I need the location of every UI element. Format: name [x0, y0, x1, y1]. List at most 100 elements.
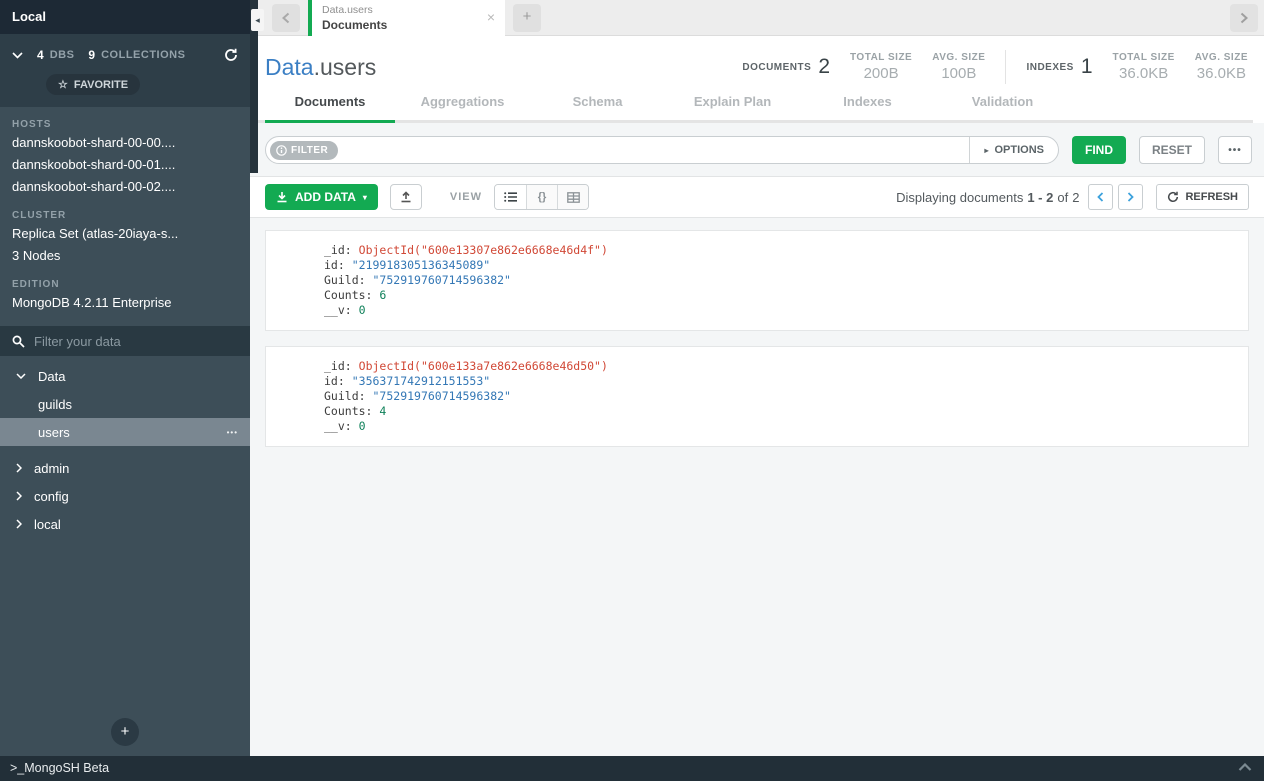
json-view-button[interactable]: {}: [526, 185, 557, 209]
add-data-button[interactable]: ADD DATA ▾: [265, 184, 378, 210]
next-tab-button[interactable]: [1230, 4, 1258, 32]
sidebar-item-config-db[interactable]: config: [0, 482, 250, 510]
host-item: dannskoobot-shard-00-00....: [12, 132, 238, 154]
export-collection-button[interactable]: [390, 184, 422, 210]
doc-avg-size-value: 100B: [932, 65, 985, 82]
refresh-icon[interactable]: [224, 48, 238, 62]
filter-badge-label: FILTER: [291, 145, 328, 156]
tab-namespace: Data.users: [322, 4, 497, 17]
table-view-button[interactable]: [557, 185, 588, 209]
field-value: 6: [379, 288, 386, 302]
sidebar-item-users[interactable]: users •••: [0, 418, 250, 446]
hosts-section: HOSTS dannskoobot-shard-00-00.... dannsk…: [0, 107, 250, 198]
database-tree: Data guilds users ••• admin config: [0, 362, 250, 538]
sidebar-item-admin-db[interactable]: admin: [0, 454, 250, 482]
pagination-status: Displaying documents 1 - 2 of 2: [896, 190, 1083, 205]
view-switcher: {}: [494, 184, 589, 210]
new-tab-button[interactable]: +: [513, 4, 541, 32]
sidebar-item-data-db[interactable]: Data: [0, 362, 250, 390]
import-icon: [276, 191, 288, 203]
field-key: id: [324, 374, 345, 388]
indexes-stat-label: INDEXES: [1026, 62, 1073, 73]
prev-tab-button[interactable]: [272, 4, 300, 32]
field-value: 0: [359, 419, 366, 433]
namespace-title: Data.users: [265, 54, 376, 81]
collection-count-label: COLLECTIONS: [101, 49, 185, 61]
tab-validation[interactable]: Validation: [935, 90, 1070, 123]
sidebar-item-guilds[interactable]: guilds: [0, 390, 250, 418]
field-key: id: [324, 258, 345, 272]
caret-down-icon: ▾: [363, 193, 367, 202]
collection-header: Data.users DOCUMENTS 2 TOTAL SIZE 200B A…: [250, 36, 1264, 123]
field-value: "752919760714596382": [373, 389, 511, 403]
list-view-button[interactable]: [495, 185, 526, 209]
host-item: dannskoobot-shard-00-02....: [12, 176, 238, 198]
stats-divider: [1005, 50, 1006, 84]
doc-total-size-label: TOTAL SIZE: [850, 52, 912, 63]
mongosh-bar[interactable]: >_MongoSH Beta: [0, 756, 1264, 781]
documents-stat-label: DOCUMENTS: [742, 62, 811, 73]
documents-stat-value: 2: [818, 55, 830, 79]
tab-aggregations[interactable]: Aggregations: [395, 90, 530, 123]
db-count-label: DBS: [50, 49, 75, 61]
query-bar: FILTER ▸ OPTIONS FIND RESET •••: [250, 123, 1264, 177]
tab-indexes[interactable]: Indexes: [800, 90, 935, 123]
braces-icon: {}: [538, 191, 547, 203]
instance-summary: 4 DBS 9 COLLECTIONS ☆ FAVORITE: [0, 34, 250, 107]
chevron-down-icon[interactable]: [16, 373, 26, 379]
field-value: ObjectId("600e133a7e862e6668e46d50"): [359, 359, 608, 373]
edition-label: EDITION: [12, 279, 238, 290]
document-card[interactable]: _id ObjectId("600e13307e862e6668e46d4f")…: [265, 230, 1249, 331]
tab-schema[interactable]: Schema: [530, 90, 665, 123]
document-list: _id ObjectId("600e13307e862e6668e46d4f")…: [250, 218, 1264, 756]
documents-toolbar: ADD DATA ▾ VIEW {}: [250, 177, 1264, 218]
document-card[interactable]: _id ObjectId("600e133a7e862e6668e46d50")…: [265, 346, 1249, 447]
collection-name: guilds: [38, 397, 72, 412]
database-name: Data: [265, 54, 314, 80]
edition-section: EDITION MongoDB 4.2.11 Enterprise: [0, 267, 250, 314]
filter-query-input[interactable]: FILTER ▸ OPTIONS: [265, 136, 1059, 164]
field-key: __v: [324, 419, 352, 433]
document-range: 1 - 2: [1027, 190, 1053, 205]
sidebar-collapse-button[interactable]: ◂: [251, 9, 264, 31]
connection-name: Local: [0, 0, 250, 34]
collection-tab[interactable]: Data.users Documents ×: [308, 0, 505, 36]
sidebar-filter: [0, 326, 250, 356]
tab-explain-plan[interactable]: Explain Plan: [665, 90, 800, 123]
collection-name: users: [38, 425, 70, 440]
of-text: of: [1057, 190, 1068, 205]
field-value: "752919760714596382": [373, 273, 511, 287]
find-button[interactable]: FIND: [1072, 136, 1126, 164]
sidebar-item-local-db[interactable]: local: [0, 510, 250, 538]
document-total: 2: [1072, 190, 1079, 205]
sidebar-filter-input[interactable]: [34, 334, 238, 349]
search-icon: [12, 335, 25, 348]
field-value: "356371742912151553": [352, 374, 490, 388]
query-more-options-button[interactable]: •••: [1218, 136, 1252, 164]
field-key: _id: [324, 243, 352, 257]
create-database-button[interactable]: +: [111, 718, 139, 746]
chevron-right-icon[interactable]: [16, 463, 22, 473]
indexes-stat-value: 1: [1081, 55, 1093, 79]
chevron-right-icon[interactable]: [16, 491, 22, 501]
chevron-right-icon[interactable]: [16, 519, 22, 529]
filter-badge: FILTER: [270, 141, 338, 160]
prev-page-button[interactable]: [1088, 184, 1113, 210]
field-value: "219918305136345089": [352, 258, 490, 272]
cluster-nodes: 3 Nodes: [12, 245, 238, 267]
refresh-documents-button[interactable]: REFRESH: [1156, 184, 1249, 210]
close-tab-icon[interactable]: ×: [487, 9, 495, 25]
db-count: 4: [37, 48, 44, 62]
reset-button[interactable]: RESET: [1139, 136, 1205, 164]
field-key: _id: [324, 359, 352, 373]
refresh-icon: [1167, 191, 1179, 203]
chevron-down-icon[interactable]: [12, 52, 23, 59]
next-page-button[interactable]: [1118, 184, 1143, 210]
tab-documents[interactable]: Documents: [265, 90, 395, 123]
more-options-icon[interactable]: •••: [227, 428, 238, 437]
field-key: Guild: [324, 389, 366, 403]
chevron-up-icon[interactable]: [1238, 763, 1252, 772]
edition-value: MongoDB 4.2.11 Enterprise: [12, 292, 238, 314]
favorite-button[interactable]: ☆ FAVORITE: [46, 74, 140, 95]
options-toggle-button[interactable]: ▸ OPTIONS: [969, 137, 1058, 163]
